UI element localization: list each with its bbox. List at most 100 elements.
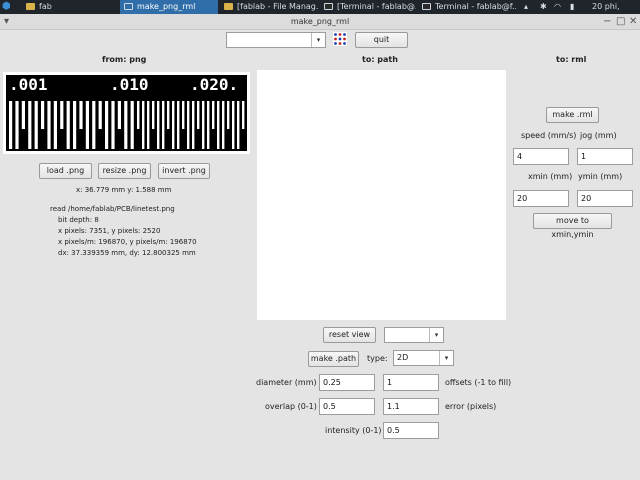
type-label: type: <box>367 354 388 363</box>
pattern-bar <box>9 101 13 149</box>
error-field[interactable]: 1.1 <box>383 398 439 415</box>
pattern-bar <box>237 101 240 149</box>
type-select[interactable]: 2D ▾ <box>393 350 454 366</box>
reset-view-button[interactable]: reset view <box>323 327 376 343</box>
pattern-bar <box>197 101 200 129</box>
pattern-bar <box>167 101 170 129</box>
pattern-bar <box>227 101 230 129</box>
pattern-bar <box>98 101 102 129</box>
task-terminal-2[interactable]: Terminal - fablab@f... <box>418 0 516 14</box>
pattern-bar <box>73 101 77 149</box>
pattern-bar <box>124 101 128 149</box>
chevron-down-icon: ▾ <box>311 33 325 47</box>
task-fab[interactable]: fab <box>22 0 118 14</box>
grid-icon[interactable] <box>333 32 347 46</box>
png-preview-image: .001 .010 .020. <box>3 72 250 154</box>
task-make-png-rml[interactable]: make_png_rml <box>120 0 218 14</box>
jog-label: jog (mm) <box>580 131 617 140</box>
rml-panel-header: to: rml <box>556 55 587 64</box>
png-panel-header: from: png <box>102 55 147 64</box>
pattern-bar <box>28 101 32 149</box>
jog-field[interactable]: 1 <box>577 148 633 165</box>
terminal-icon <box>324 3 333 10</box>
info-line: x pixels/m: 196870, y pixels/m: 196870 <box>58 238 197 246</box>
ymin-label: ymin (mm) <box>578 172 623 181</box>
pattern-bar <box>147 101 150 149</box>
info-line: dx: 37.339359 mm, dy: 12.800325 mm <box>58 249 196 257</box>
window-title: make_png_rml <box>290 17 350 26</box>
pattern-bar <box>41 101 45 129</box>
pattern-bar <box>130 101 134 149</box>
load-png-button[interactable]: load .png <box>39 163 92 179</box>
task-terminal-1[interactable]: [Terminal - fablab@... <box>320 0 416 14</box>
pattern-bar <box>66 101 70 149</box>
overlap-label: overlap (0-1) <box>265 402 317 411</box>
pattern-bar <box>53 101 57 149</box>
task-label: make_png_rml <box>137 2 196 11</box>
xmin-field[interactable]: 20 <box>513 190 569 207</box>
make-path-button[interactable]: make .path <box>308 351 359 367</box>
task-label: Terminal - fablab@f... <box>435 2 516 11</box>
pattern-bar <box>217 101 220 149</box>
window-menu-icon[interactable]: ▾ <box>4 14 9 30</box>
chevron-down-icon: ▾ <box>429 328 443 342</box>
info-line: bit depth: 8 <box>58 216 99 224</box>
xmin-label: xmin (mm) <box>528 172 573 181</box>
diameter-field[interactable]: 0.25 <box>319 374 375 391</box>
move-to-xmin-ymin-button[interactable]: move to xmin,ymin <box>533 213 612 239</box>
pattern-bar <box>172 101 175 149</box>
overlap-field[interactable]: 0.5 <box>319 398 375 415</box>
app-menu-icon[interactable]: ⬢ <box>2 0 14 14</box>
top-select[interactable]: ▾ <box>226 32 326 48</box>
pattern-bar <box>85 101 89 149</box>
ymin-field[interactable]: 20 <box>577 190 633 207</box>
minimize-icon[interactable]: − <box>603 14 611 30</box>
make-rml-button[interactable]: make .rml <box>546 107 599 123</box>
task-label: [fablab - File Manag... <box>237 2 318 11</box>
pattern-bar <box>137 101 140 129</box>
quit-button[interactable]: quit <box>355 32 408 48</box>
tray-arrow-icon[interactable]: ▴ <box>524 0 528 14</box>
task-label: [Terminal - fablab@... <box>337 2 416 11</box>
pattern-bar <box>21 101 25 129</box>
path-canvas[interactable] <box>257 70 506 320</box>
close-icon[interactable]: ✕ <box>629 14 637 30</box>
view-select[interactable]: ▾ <box>384 327 444 343</box>
pattern-bar <box>202 101 205 149</box>
clock[interactable]: 20 phi, 12:19 <box>592 0 640 25</box>
intensity-field[interactable]: 0.5 <box>383 422 439 439</box>
offsets-field[interactable]: 1 <box>383 374 439 391</box>
pattern-bar <box>15 101 19 149</box>
folder-icon <box>26 3 35 10</box>
terminal-icon <box>422 3 431 10</box>
window-icon <box>124 3 133 10</box>
resize-png-button[interactable]: resize .png <box>98 163 151 179</box>
pattern-bar <box>142 101 145 149</box>
info-line: read /home/fablab/PCB/linetest.png <box>50 205 175 213</box>
speed-label: speed (mm/s) <box>521 131 577 140</box>
path-panel-header: to: path <box>362 55 398 64</box>
pattern-bar <box>162 101 165 149</box>
task-file-manager[interactable]: [fablab - File Manag... <box>220 0 318 14</box>
pattern-bar <box>207 101 210 149</box>
task-label: fab <box>39 2 52 11</box>
taskbar: ⬢ fab make_png_rml [fablab - File Manag.… <box>0 0 640 25</box>
pattern-bar <box>60 101 64 129</box>
pattern-bar <box>47 101 51 149</box>
info-line: x pixels: 7351, y pixels: 2520 <box>58 227 161 235</box>
pattern-bar <box>117 101 121 129</box>
invert-png-button[interactable]: invert .png <box>158 163 210 179</box>
speed-field[interactable]: 4 <box>513 148 569 165</box>
battery-icon[interactable]: ▮ <box>570 0 574 14</box>
maximize-icon[interactable]: □ <box>616 14 625 30</box>
pattern-bar <box>232 101 235 149</box>
bluetooth-icon[interactable]: ✱ <box>540 0 547 14</box>
pattern-bar <box>177 101 180 149</box>
cursor-coords: x: 36.779 mm y: 1.588 mm <box>76 186 172 194</box>
intensity-label: intensity (0-1) <box>325 426 382 435</box>
type-select-value: 2D <box>397 353 409 362</box>
error-label: error (pixels) <box>445 402 497 411</box>
wifi-icon[interactable]: ◠ <box>554 0 561 14</box>
pattern-bar <box>187 101 190 149</box>
window-titlebar: make_png_rml ▾ − □ ✕ <box>0 14 640 30</box>
